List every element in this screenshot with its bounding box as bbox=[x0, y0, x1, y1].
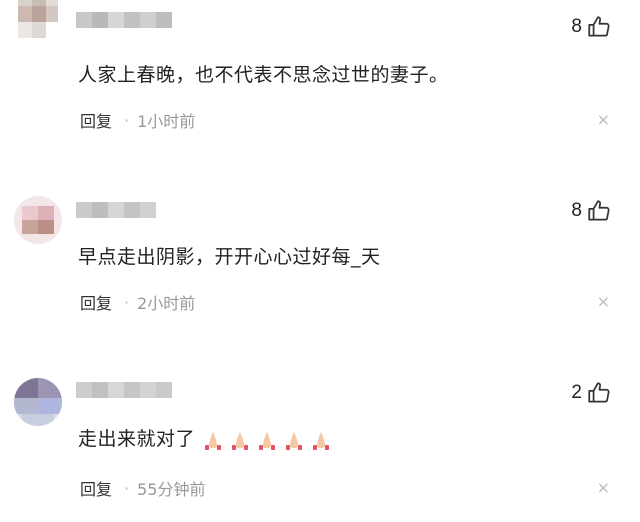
comment-meta: 回复 · 2小时前 bbox=[80, 290, 195, 314]
comment-meta: 回复 · 1小时前 bbox=[80, 108, 195, 132]
meta-separator: · bbox=[124, 292, 130, 312]
comment-meta: 回复 · 55分钟前 bbox=[80, 476, 205, 500]
comment-text: 走出来就对了 bbox=[78, 428, 196, 450]
username-blurred[interactable] bbox=[76, 382, 172, 400]
username-blurred[interactable] bbox=[76, 202, 156, 220]
like-button[interactable]: 8 bbox=[571, 198, 612, 224]
like-count: 8 bbox=[571, 200, 582, 221]
reply-button[interactable]: 回复 bbox=[80, 290, 112, 314]
avatar[interactable] bbox=[14, 196, 62, 244]
timestamp: 1小时前 bbox=[137, 112, 196, 131]
thumbs-up-icon bbox=[588, 16, 610, 37]
comment-text-row: 走出来就对了 bbox=[78, 424, 333, 451]
timestamp: 55分钟前 bbox=[137, 480, 206, 499]
like-button[interactable]: 8 bbox=[571, 14, 612, 40]
username-blurred[interactable] bbox=[76, 12, 172, 30]
like-count: 8 bbox=[571, 16, 582, 37]
thumbs-up-icon bbox=[588, 200, 610, 221]
comment-item: 8 早点走出阴影，开开心心过好每_天 回复 · 2小时前 × bbox=[0, 192, 640, 352]
comment-item: 2 走出来就对了 回复 · 55分钟前 × bbox=[0, 372, 640, 522]
avatar[interactable] bbox=[14, 378, 62, 426]
folded-hands-icon bbox=[286, 431, 303, 450]
comment-text: 人家上春晚，也不代表不思念过世的妻子。 bbox=[78, 64, 449, 86]
emoji-row bbox=[201, 429, 333, 451]
folded-hands-icon bbox=[259, 431, 276, 450]
close-icon[interactable]: × bbox=[597, 480, 610, 496]
close-icon[interactable]: × bbox=[597, 294, 610, 310]
folded-hands-icon bbox=[232, 431, 249, 450]
like-count: 2 bbox=[571, 382, 582, 403]
like-button[interactable]: 2 bbox=[571, 380, 612, 406]
comment-item: 8 人家上春晚，也不代表不思念过世的妻子。 回复 · 1小时前 × bbox=[0, 0, 640, 160]
reply-button[interactable]: 回复 bbox=[80, 476, 112, 500]
meta-separator: · bbox=[124, 110, 130, 130]
meta-separator: · bbox=[124, 478, 130, 498]
comment-text: 早点走出阴影，开开心心过好每_天 bbox=[78, 246, 381, 268]
folded-hands-icon bbox=[313, 431, 330, 450]
reply-button[interactable]: 回复 bbox=[80, 108, 112, 132]
close-icon[interactable]: × bbox=[597, 112, 610, 128]
timestamp: 2小时前 bbox=[137, 294, 196, 313]
avatar[interactable] bbox=[18, 0, 58, 38]
thumbs-up-icon bbox=[588, 382, 610, 403]
folded-hands-icon bbox=[205, 431, 222, 450]
